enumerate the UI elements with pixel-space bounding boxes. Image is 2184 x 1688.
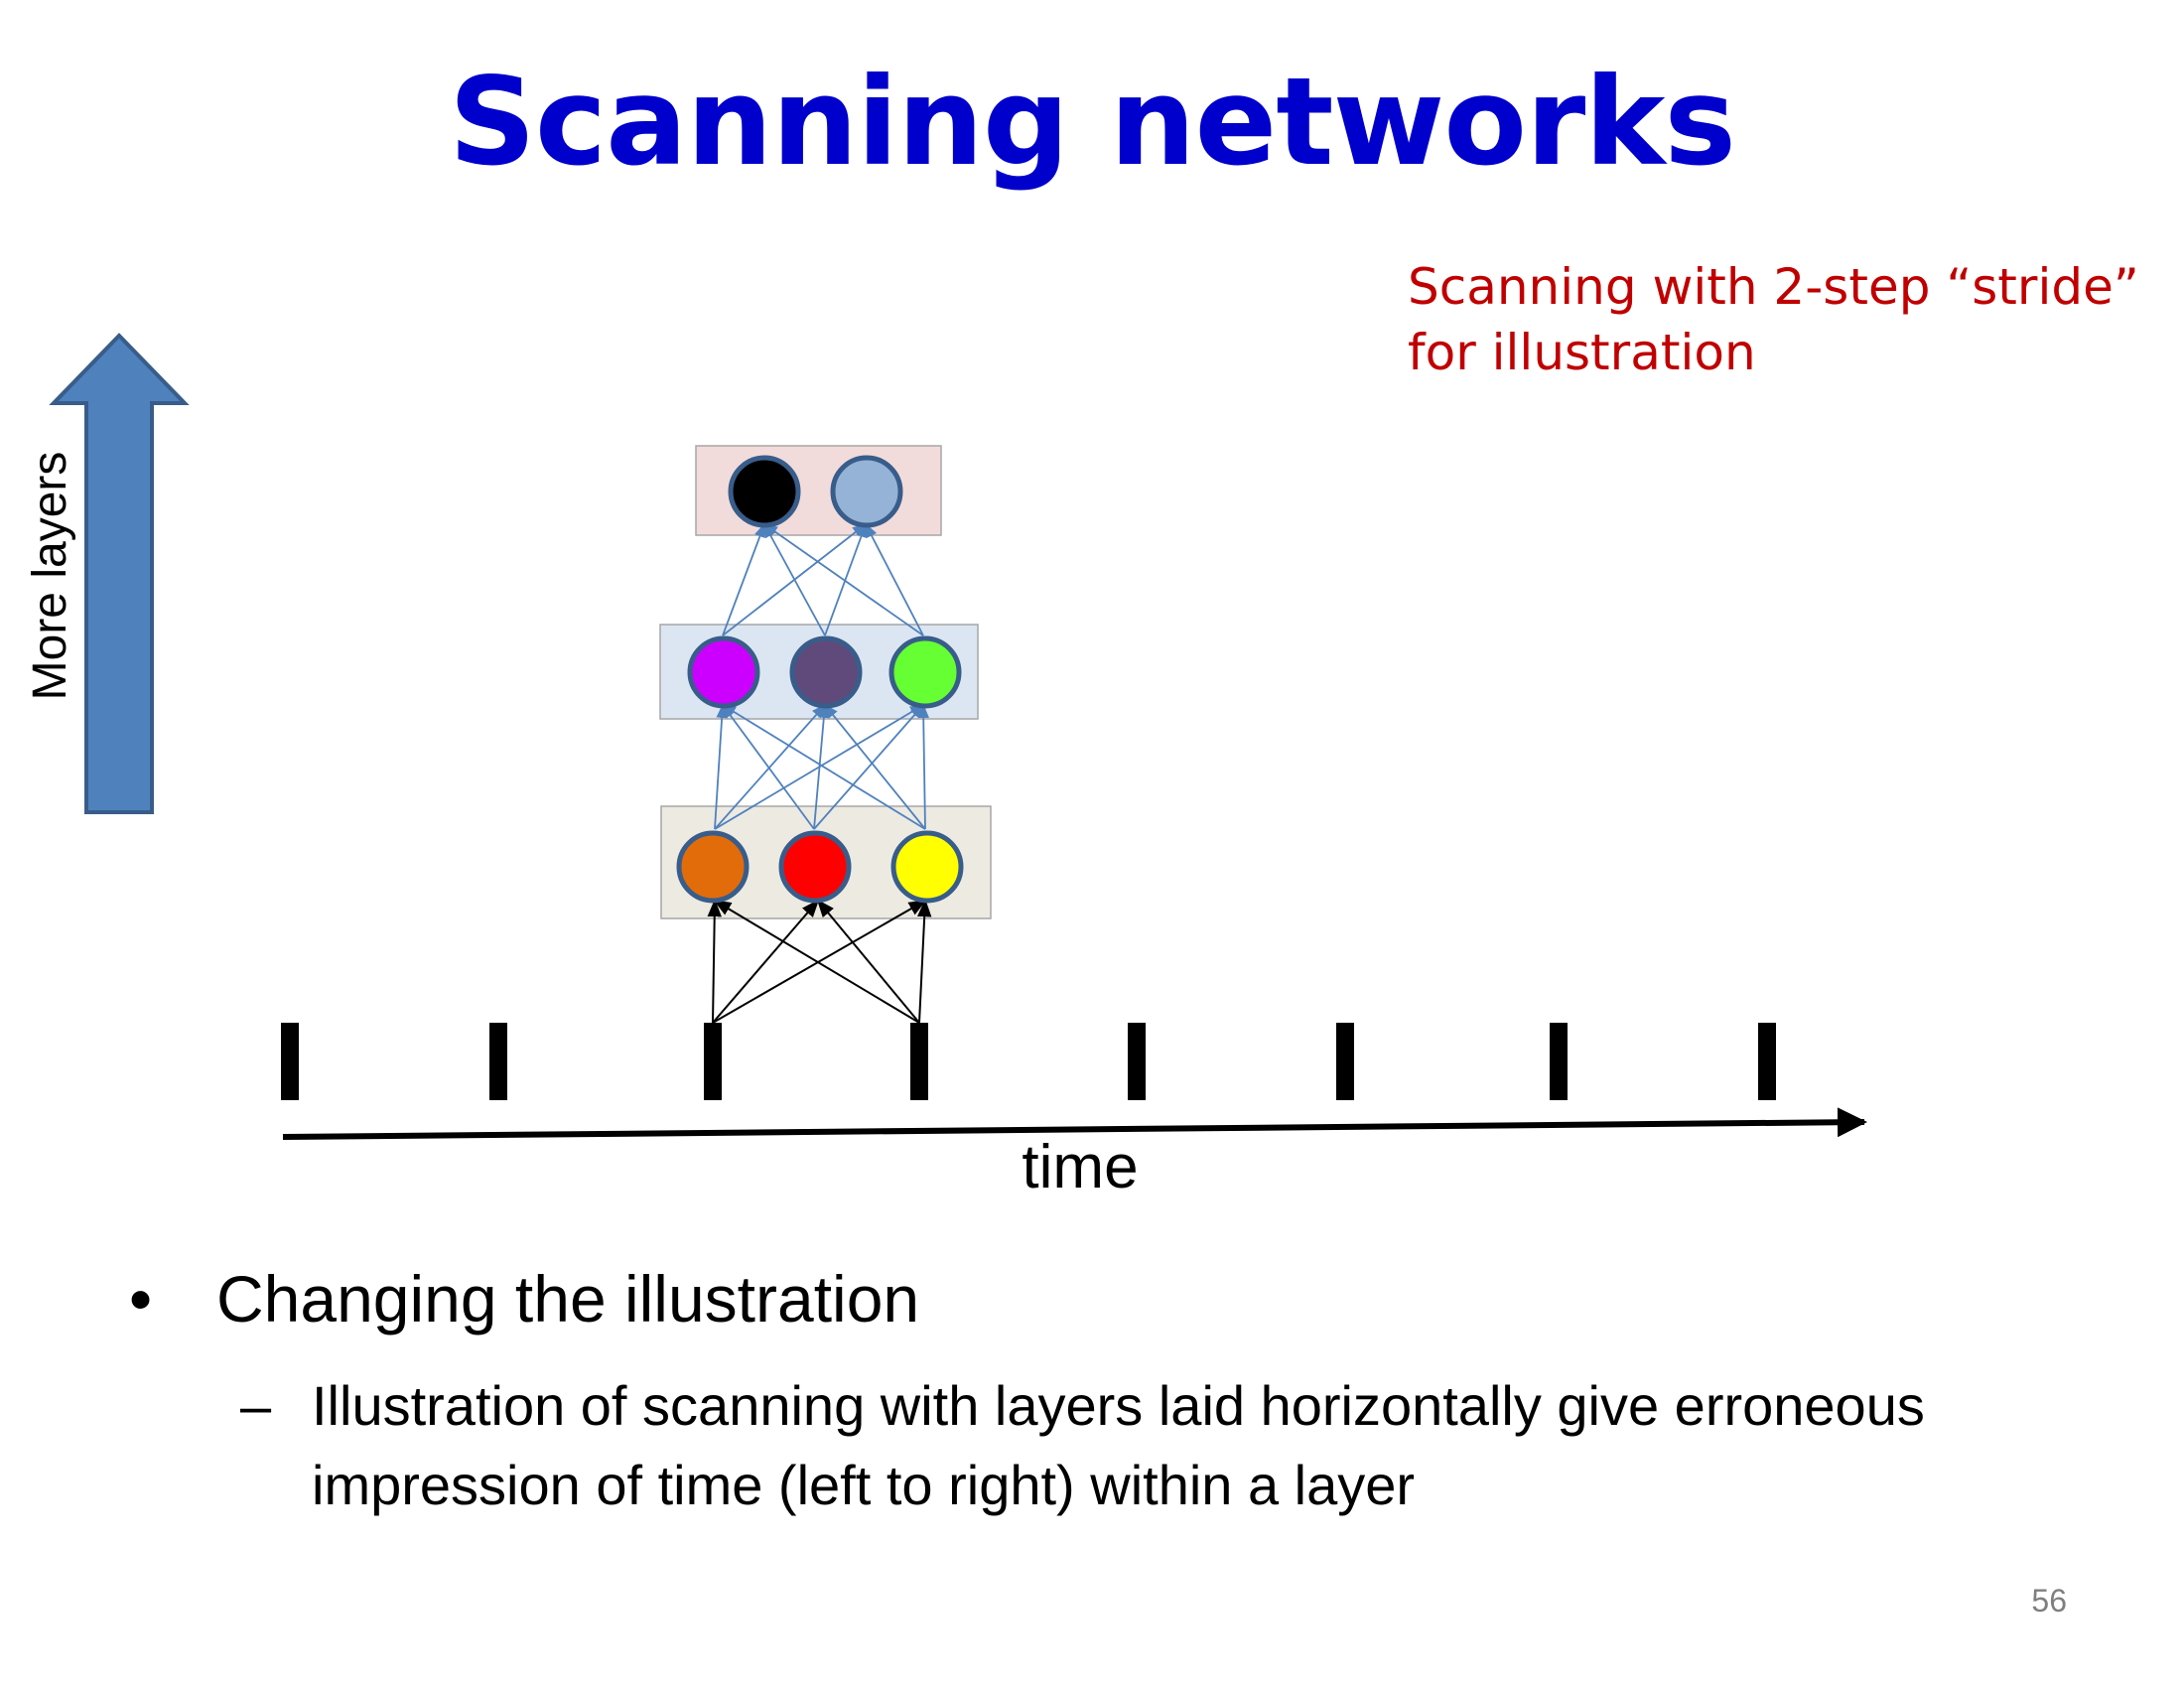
input-tick (1550, 1023, 1568, 1100)
hidden-connection (763, 522, 826, 636)
bullet-item: • Changing the illustration (129, 1259, 1979, 1338)
time-axis-label: time (1022, 1133, 1138, 1201)
input-ticks (281, 1023, 1776, 1100)
bullet-marker: • (129, 1262, 153, 1336)
input-tick (704, 1023, 722, 1100)
layer-1-node-2 (778, 830, 852, 904)
sub-bullet-text: Illustration of scanning with layers lai… (312, 1374, 1925, 1516)
bullet-list: • Changing the illustration – Illustrati… (129, 1259, 1979, 1525)
layer-1-node-3 (890, 830, 964, 904)
layer-3-node-2 (830, 455, 903, 528)
page-number: 56 (2031, 1583, 2067, 1618)
sub-bullet-marker: – (240, 1374, 272, 1437)
input-tick (1336, 1023, 1354, 1100)
sub-bullet-item: – Illustration of scanning with layers l… (240, 1366, 1979, 1525)
layer-2-node-1 (687, 635, 760, 709)
layer-2-node-3 (888, 635, 962, 709)
input-tick (910, 1023, 928, 1100)
layer-2-to-3-connections (722, 522, 924, 636)
layer-3-node-1 (728, 455, 801, 528)
layer-2-node-2 (789, 635, 863, 709)
input-tick (1758, 1023, 1776, 1100)
input-tick (489, 1023, 507, 1100)
hidden-connection (865, 522, 924, 636)
layer-1-node-1 (676, 830, 750, 904)
input-tick (281, 1023, 299, 1100)
layer-1-nodes (676, 830, 964, 904)
input-tick (1128, 1023, 1146, 1100)
layer-2-nodes (687, 635, 962, 709)
bullet-text: Changing the illustration (216, 1262, 920, 1336)
up-arrow-label: More layers (24, 452, 76, 701)
